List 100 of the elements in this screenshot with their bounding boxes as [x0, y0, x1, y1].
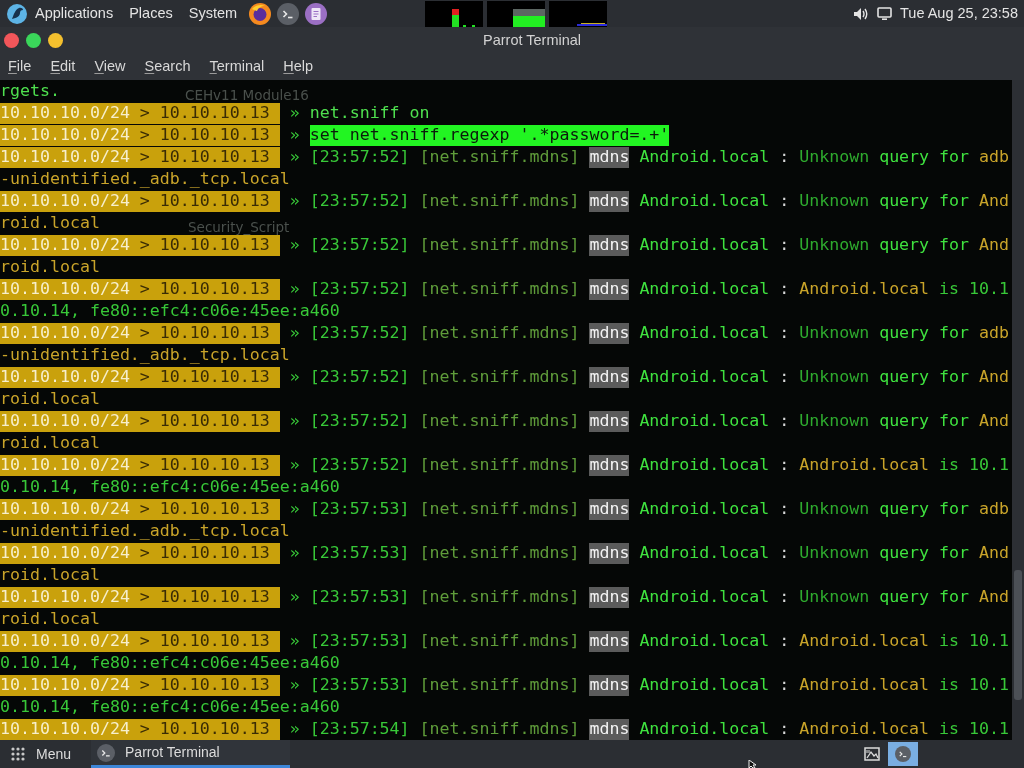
message-text: And	[979, 365, 1010, 388]
message-text: Android.local	[799, 629, 930, 652]
subnet-text: 10.10.10.0/24	[0, 233, 130, 256]
message-text: query for	[879, 145, 970, 168]
volume-icon[interactable]	[853, 6, 869, 21]
terminal-area[interactable]	[0, 80, 1012, 740]
memory-graph-drawing	[487, 0, 546, 27]
task-button[interactable]: Parrot Terminal	[91, 740, 291, 768]
subnet-text: 10.10.10.0/24	[0, 673, 130, 696]
separator-text: :	[779, 541, 790, 564]
wrapped-text: roid.local	[0, 211, 100, 234]
message-text: Unknown	[799, 409, 870, 432]
prompt-arrow: »	[289, 541, 300, 564]
close-button[interactable]	[4, 33, 19, 48]
host-name: Android.local	[639, 277, 770, 300]
message-text: query for	[879, 409, 970, 432]
command-text: set net.sniff.regexp '.*password=.+'	[309, 124, 670, 146]
command-text: net.sniff on	[309, 102, 430, 124]
maximize-button[interactable]	[26, 33, 41, 48]
separator-text: :	[779, 453, 790, 476]
subnet-text: 10.10.10.0/24	[0, 321, 130, 344]
host-name: Android.local	[639, 453, 770, 476]
flame-globe-icon[interactable]	[249, 2, 272, 25]
timestamp: [23:57:53]	[309, 541, 410, 564]
target-text: > 10.10.10.13	[139, 717, 270, 740]
target-text: > 10.10.10.13	[139, 277, 270, 300]
separator-text: :	[779, 365, 790, 388]
clock-text[interactable]: Tue Aug 25, 23:58	[900, 2, 1018, 25]
target-text: > 10.10.10.13	[139, 497, 270, 520]
module-name: [net.sniff.mdns]	[419, 365, 580, 388]
target-text: > 10.10.10.13	[139, 673, 270, 696]
subnet-text: 10.10.10.0/24	[0, 453, 130, 476]
timestamp: [23:57:53]	[309, 497, 410, 520]
module-name: [net.sniff.mdns]	[419, 409, 580, 432]
scrollbar-thumb[interactable]	[1014, 570, 1022, 700]
menu-button[interactable]: Menu	[11, 743, 72, 765]
host-name: Android.local	[639, 497, 770, 520]
message-text: Unknown	[799, 233, 870, 256]
terminal-icon[interactable]	[277, 2, 300, 25]
module-name: [net.sniff.mdns]	[419, 585, 580, 608]
prompt-arrow: »	[289, 321, 300, 344]
message-text: is 10.1	[939, 453, 1009, 476]
document-icon[interactable]	[305, 2, 328, 25]
timestamp: [23:57:52]	[309, 453, 410, 476]
subnet-text: 10.10.10.0/24	[0, 123, 130, 146]
tag-label: mdns	[589, 322, 630, 344]
separator-text: :	[779, 585, 790, 608]
bird-logo-icon[interactable]	[7, 3, 27, 24]
host-name: Android.local	[639, 189, 770, 212]
panel-menu[interactable]: Places	[129, 2, 173, 25]
host-name: Android.local	[639, 585, 770, 608]
message-text: Unknown	[799, 541, 870, 564]
module-name: [net.sniff.mdns]	[419, 629, 580, 652]
tag-label: mdns	[589, 674, 630, 696]
image-icon[interactable]	[864, 747, 880, 761]
terminal-icon[interactable]	[97, 743, 116, 762]
menu-item[interactable]: File	[6, 56, 34, 78]
minimize-button[interactable]	[48, 33, 63, 48]
prompt-arrow: »	[289, 453, 300, 476]
module-name: [net.sniff.mdns]	[419, 497, 580, 520]
tag-label: mdns	[589, 630, 630, 652]
tag-label: mdns	[589, 410, 630, 432]
tag-label: mdns	[589, 366, 630, 388]
message-text: query for	[879, 585, 970, 608]
panel-menu[interactable]: Applications	[35, 2, 114, 25]
message-text: query for	[879, 321, 970, 344]
desktop-label: Security_Script	[188, 220, 290, 234]
wrapped-text: 0.10.14, fe80::efc4:c06e:45ee:a460	[0, 299, 340, 322]
menu-item[interactable]: Edit	[48, 56, 78, 78]
module-name: [net.sniff.mdns]	[419, 145, 580, 168]
terminal-icon[interactable]	[895, 746, 911, 762]
menu-item[interactable]: Search	[142, 56, 193, 78]
module-name: [net.sniff.mdns]	[419, 541, 580, 564]
pointer-cursor-icon	[748, 760, 758, 768]
window-title: Parrot Terminal	[483, 30, 582, 50]
menu-item[interactable]: Terminal	[207, 56, 267, 78]
module-name: [net.sniff.mdns]	[419, 189, 580, 212]
monitor-icon[interactable]	[877, 7, 892, 20]
prompt-arrow: »	[289, 277, 300, 300]
host-name: Android.local	[639, 541, 770, 564]
target-text: > 10.10.10.13	[139, 409, 270, 432]
menu-item[interactable]: Help	[281, 56, 316, 78]
message-text: Unknown	[799, 365, 870, 388]
workspace-button[interactable]	[888, 742, 918, 766]
subnet-text: 10.10.10.0/24	[0, 497, 130, 520]
message-text: query for	[879, 233, 970, 256]
cpu-graph-drawing	[425, 0, 484, 27]
prompt-arrow: »	[289, 629, 300, 652]
prompt-arrow: »	[289, 101, 300, 124]
menu-item[interactable]: View	[92, 56, 128, 78]
module-name: [net.sniff.mdns]	[419, 321, 580, 344]
host-name: Android.local	[639, 321, 770, 344]
subnet-text: 10.10.10.0/24	[0, 145, 130, 168]
prompt-arrow: »	[289, 189, 300, 212]
timestamp: [23:57:52]	[309, 145, 410, 168]
panel-menu[interactable]: System	[188, 2, 238, 25]
message-text: Android.local	[799, 717, 930, 740]
message-text: adb	[979, 321, 1010, 344]
network-graph-drawing	[549, 0, 608, 27]
wrapped-text: -unidentified._adb._tcp.local	[0, 519, 290, 542]
